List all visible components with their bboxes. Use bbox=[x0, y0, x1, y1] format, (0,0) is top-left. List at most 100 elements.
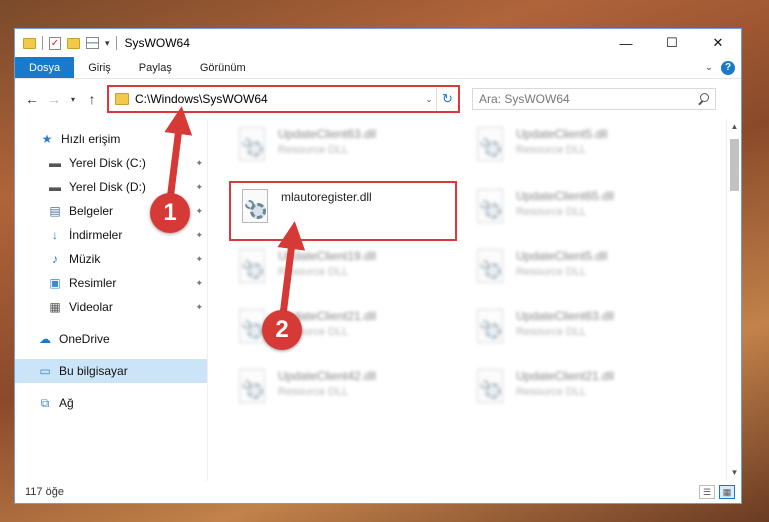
sidebar-item-label: Resimler bbox=[69, 276, 117, 290]
sidebar-item-pictures[interactable]: ▣ Resimler ✦ bbox=[15, 271, 207, 295]
tab-home[interactable]: Giriş bbox=[74, 57, 125, 78]
sidebar-item-label: Belgeler bbox=[69, 204, 114, 218]
vertical-scrollbar[interactable]: ▲ ▼ bbox=[726, 119, 741, 481]
downloads-icon: ↓ bbox=[52, 228, 58, 242]
new-folder-icon[interactable] bbox=[67, 37, 80, 49]
explorer-window: ✓ ▾ SysWOW64 — ☐ ✕ Dosya Giriş Paylaş Gö… bbox=[14, 28, 742, 504]
pin-icon[interactable]: ✦ bbox=[195, 206, 203, 217]
pin-icon[interactable]: ✦ bbox=[195, 278, 203, 289]
file-type: Resource DLL bbox=[516, 206, 587, 218]
scrollbar-thumb[interactable] bbox=[730, 139, 739, 191]
properties-icon[interactable] bbox=[86, 37, 99, 49]
recent-locations-button[interactable]: ▾ bbox=[65, 95, 81, 104]
pin-icon[interactable]: ✦ bbox=[195, 182, 203, 193]
address-bar[interactable]: C:\Windows\SysWOW64 ⌄ ↻ bbox=[107, 85, 460, 113]
file-item[interactable]: UpdateClient21.dll Resource DLL bbox=[466, 361, 686, 419]
search-input[interactable]: Ara: SysWOW64 bbox=[479, 92, 697, 106]
file-name: UpdateClient65.dll bbox=[516, 189, 615, 203]
file-item[interactable]: UpdateClient63.dll Resource DLL bbox=[228, 119, 448, 177]
maximize-button[interactable]: ☐ bbox=[649, 29, 695, 57]
file-type: Resource DLL bbox=[516, 326, 587, 338]
dll-file-icon bbox=[474, 369, 508, 409]
file-name: UpdateClient63.dll bbox=[516, 309, 615, 323]
step-1-marker: 1 bbox=[150, 193, 190, 233]
pin-icon[interactable]: ✦ bbox=[195, 230, 203, 241]
window-title: SysWOW64 bbox=[124, 36, 190, 50]
tab-view[interactable]: Görünüm bbox=[186, 57, 260, 78]
file-type: Resource DLL bbox=[278, 266, 349, 278]
sidebar-item-label: Yerel Disk (C:) bbox=[69, 156, 146, 170]
sidebar-item-label: Hızlı erişim bbox=[61, 132, 121, 146]
sidebar-item-onedrive[interactable]: ☁ OneDrive bbox=[15, 327, 207, 351]
ribbon-tabs: Dosya Giriş Paylaş Görünüm ⌄ ? bbox=[15, 57, 741, 79]
large-icons-view-icon[interactable]: ▦ bbox=[719, 485, 735, 499]
main-body: ★ Hızlı erişim ▬ Yerel Disk (C:) ✦ ▬ Yer… bbox=[15, 119, 741, 481]
scroll-up-icon[interactable]: ▲ bbox=[727, 119, 741, 135]
up-button[interactable]: ↑ bbox=[81, 91, 103, 107]
tab-share[interactable]: Paylaş bbox=[125, 57, 186, 78]
tab-file[interactable]: Dosya bbox=[15, 57, 75, 78]
details-view-icon[interactable]: ☰ bbox=[699, 485, 715, 499]
sidebar-item-label: OneDrive bbox=[59, 332, 110, 346]
toolbar-divider bbox=[42, 36, 43, 50]
documents-icon: ▤ bbox=[49, 204, 61, 218]
file-type: Resource DLL bbox=[516, 386, 587, 398]
pin-icon[interactable]: ✦ bbox=[195, 254, 203, 265]
file-name: UpdateClient21.dll bbox=[516, 369, 615, 383]
music-icon: ♪ bbox=[52, 252, 58, 266]
pin-icon[interactable]: ✦ bbox=[195, 302, 203, 313]
dll-file-icon bbox=[474, 309, 508, 349]
file-type: Resource DLL bbox=[278, 386, 349, 398]
minimize-button[interactable]: — bbox=[603, 29, 649, 57]
dll-file-icon bbox=[474, 127, 508, 167]
sidebar-item-network[interactable]: ⧉ Ağ bbox=[15, 391, 207, 415]
file-item[interactable]: UpdateClient63.dll Resource DLL bbox=[466, 301, 686, 359]
toolbar-divider bbox=[115, 36, 117, 50]
file-name: UpdateClient42.dll bbox=[278, 369, 377, 383]
file-list: UpdateClient63.dll Resource DLL UpdateCli… bbox=[208, 119, 726, 481]
dll-file-icon bbox=[236, 127, 270, 167]
sidebar-item-local-disk-c[interactable]: ▬ Yerel Disk (C:) ✦ bbox=[15, 151, 207, 175]
file-name: mlautoregister.dll bbox=[281, 190, 372, 204]
chevron-down-icon[interactable]: ⌄ bbox=[705, 62, 713, 73]
pin-icon[interactable]: ✦ bbox=[195, 158, 203, 169]
file-name: UpdateClient63.dll bbox=[278, 127, 377, 141]
properties-check-icon[interactable]: ✓ bbox=[49, 36, 61, 50]
file-item[interactable]: UpdateClient65.dll Resource DLL bbox=[466, 181, 686, 239]
sidebar-item-music[interactable]: ♪ Müzik ✦ bbox=[15, 247, 207, 271]
search-icon[interactable] bbox=[697, 93, 709, 105]
item-count: 117 öğe bbox=[25, 486, 64, 498]
forward-button[interactable]: → bbox=[43, 91, 65, 107]
sidebar-item-quick-access[interactable]: ★ Hızlı erişim bbox=[15, 127, 207, 151]
customize-toolbar-dropdown-icon[interactable]: ▾ bbox=[105, 38, 110, 49]
address-dropdown-icon[interactable]: ⌄ bbox=[422, 94, 436, 105]
dll-file-icon bbox=[239, 189, 273, 229]
file-item[interactable]: UpdateClient42.dll Resource DLL bbox=[228, 361, 448, 419]
sidebar-item-videos[interactable]: ▦ Videolar ✦ bbox=[15, 295, 207, 319]
file-item[interactable]: UpdateClient5.dll Resource DLL bbox=[466, 119, 686, 177]
step-2-marker: 2 bbox=[262, 310, 302, 350]
file-type: Resource DLL bbox=[278, 144, 349, 156]
file-item[interactable]: UpdateClient21.dll Resource DLL bbox=[228, 301, 448, 359]
search-box[interactable]: Ara: SysWOW64 bbox=[472, 88, 716, 110]
title-bar: ✓ ▾ SysWOW64 — ☐ ✕ bbox=[15, 29, 741, 57]
sidebar-item-label: Müzik bbox=[69, 252, 101, 266]
pictures-icon: ▣ bbox=[49, 276, 61, 290]
help-icon[interactable]: ? bbox=[721, 60, 735, 75]
address-path[interactable]: C:\Windows\SysWOW64 bbox=[135, 92, 422, 106]
back-button[interactable]: ← bbox=[21, 91, 43, 107]
navigation-pane: ★ Hızlı erişim ▬ Yerel Disk (C:) ✦ ▬ Yer… bbox=[15, 119, 208, 481]
dll-file-icon bbox=[474, 249, 508, 289]
refresh-button[interactable]: ↻ bbox=[436, 87, 458, 111]
file-name: UpdateClient5.dll bbox=[516, 249, 608, 263]
file-item[interactable]: UpdateClient5.dll Resource DLL bbox=[466, 241, 686, 299]
file-item-highlighted[interactable]: mlautoregister.dll bbox=[229, 181, 457, 241]
file-type: Resource DLL bbox=[516, 266, 587, 278]
close-button[interactable]: ✕ bbox=[695, 29, 741, 57]
file-item[interactable]: UpdateClient19.dll Resource DLL bbox=[228, 241, 448, 299]
scroll-down-icon[interactable]: ▼ bbox=[727, 465, 741, 481]
file-name: UpdateClient19.dll bbox=[278, 249, 377, 263]
sidebar-item-this-pc[interactable]: ▭ Bu bilgisayar bbox=[15, 359, 207, 383]
folder-icon[interactable] bbox=[23, 37, 36, 49]
dll-file-icon bbox=[236, 249, 270, 289]
